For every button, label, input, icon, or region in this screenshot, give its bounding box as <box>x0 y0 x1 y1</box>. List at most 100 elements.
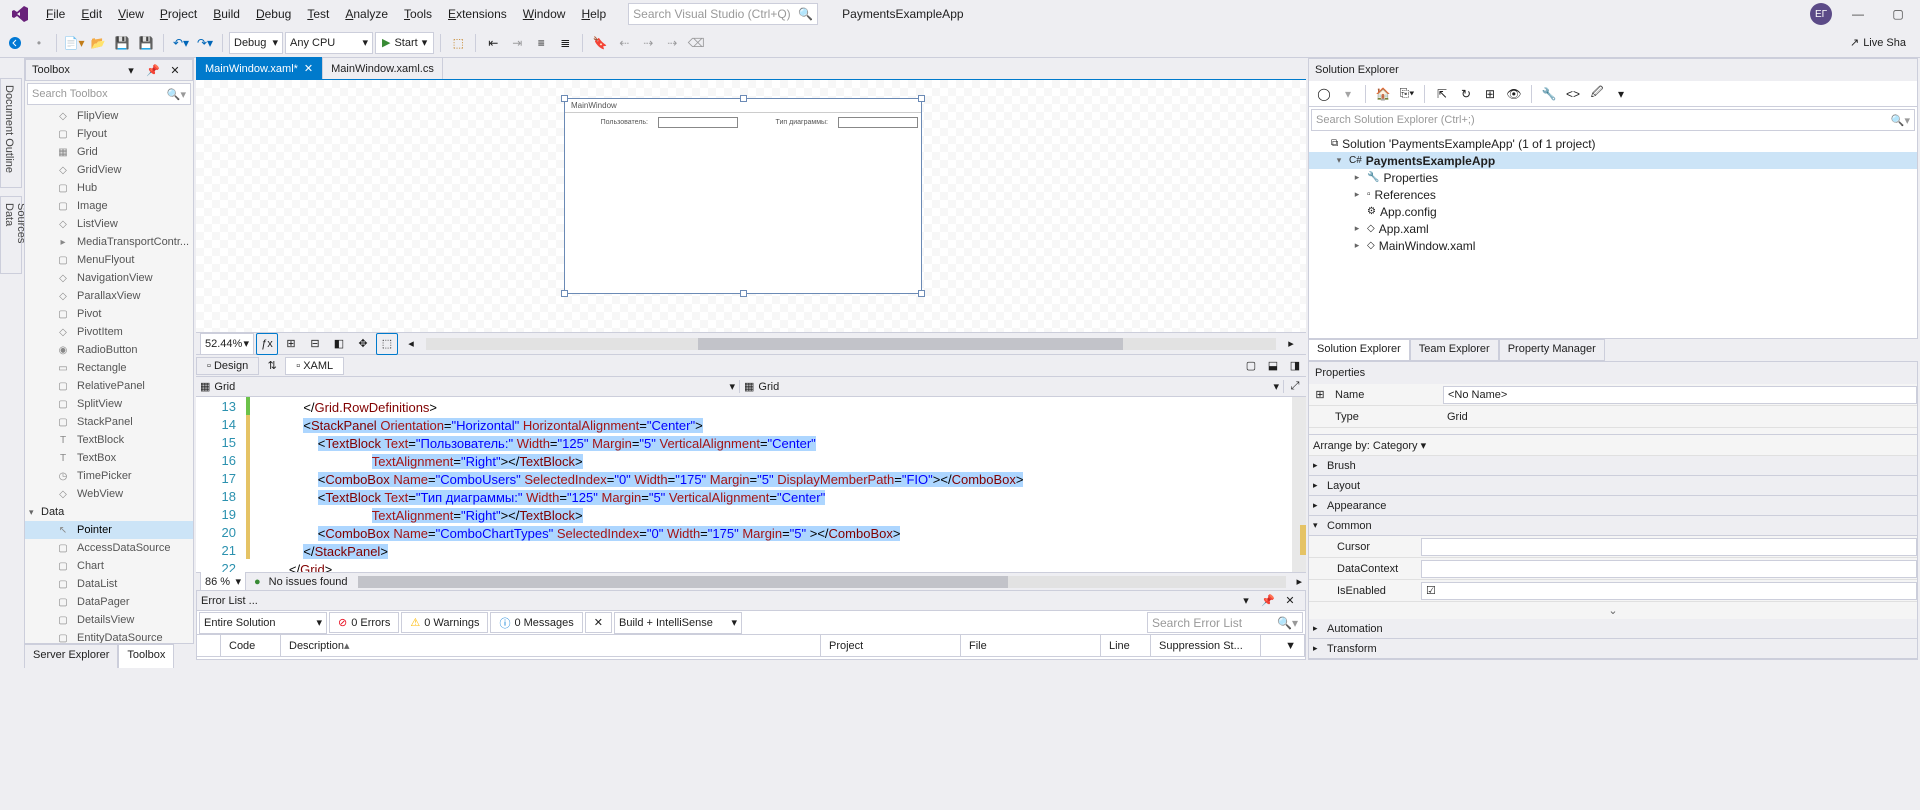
se-preview[interactable]: 👁 <box>1503 83 1525 105</box>
toolbox-item[interactable]: ▸MediaTransportContr... <box>25 233 193 251</box>
prop-category[interactable]: ▸Layout <box>1309 476 1917 496</box>
tb-icon-6[interactable]: ⇠ <box>613 32 635 54</box>
error-col[interactable] <box>197 635 221 656</box>
toolbox-item[interactable]: ◷TimePicker <box>25 467 193 485</box>
se-code[interactable]: <> <box>1562 83 1584 105</box>
toolbox-item[interactable]: ◇FlipView <box>25 107 193 125</box>
toolbox-item[interactable]: ◇NavigationView <box>25 269 193 287</box>
bookmark-button[interactable]: 🔖 <box>589 32 611 54</box>
error-search[interactable]: Search Error List🔍▾ <box>1147 612 1303 633</box>
pin-icon[interactable]: 📌 <box>142 59 164 81</box>
open-button[interactable]: 📂 <box>87 32 109 54</box>
right-tab[interactable]: Solution Explorer <box>1308 339 1410 361</box>
selection-handle[interactable] <box>561 95 568 102</box>
snaplines-button[interactable]: ✥ <box>352 333 374 355</box>
toolbox-opts-icon[interactable]: ▾ <box>120 59 142 81</box>
scroll-right[interactable]: ▸ <box>1280 333 1302 355</box>
redo-button[interactable]: ↷▾ <box>194 32 216 54</box>
path-seg-1[interactable]: ▦Grid▾ <box>196 380 740 393</box>
se-fwd[interactable]: ▾ <box>1337 83 1359 105</box>
tb-icon-8[interactable]: ⇢ <box>661 32 683 54</box>
clear-filter[interactable]: ✕ <box>585 612 612 633</box>
prop-category[interactable]: ▸Brush <box>1309 456 1917 476</box>
save-all-button[interactable]: 💾 <box>135 32 157 54</box>
maximize-button[interactable]: ▢ <box>1878 2 1918 26</box>
designer-zoom[interactable]: 52.44%▾ <box>200 333 254 355</box>
toolbox-item[interactable]: ↖Pointer <box>25 521 193 539</box>
tree-node[interactable]: ▸🔧Properties <box>1309 169 1917 186</box>
tb-icon-1[interactable]: ⬚ <box>447 32 469 54</box>
tab-toolbox[interactable]: Toolbox <box>118 644 174 668</box>
toolbox-item[interactable]: ◇GridView <box>25 161 193 179</box>
prop-name-value[interactable]: <No Name> <box>1443 386 1917 404</box>
warnings-filter[interactable]: ⚠0 Warnings <box>401 612 488 633</box>
selection-handle[interactable] <box>918 95 925 102</box>
live-share-button[interactable]: ↗Live Sha <box>1840 36 1916 49</box>
toolbox-item[interactable]: ◉RadioButton <box>25 341 193 359</box>
tree-node[interactable]: ▸◇MainWindow.xaml <box>1309 237 1917 254</box>
error-col[interactable]: File <box>961 635 1101 656</box>
toolbox-item[interactable]: ▢SplitView <box>25 395 193 413</box>
toolbox-category-data[interactable]: ▾Data <box>25 503 193 521</box>
se-back[interactable]: ◯ <box>1313 83 1335 105</box>
split-mode-1[interactable]: ▢ <box>1240 355 1262 377</box>
toolbox-item[interactable]: ▢Flyout <box>25 125 193 143</box>
se-refresh[interactable]: ↻ <box>1455 83 1477 105</box>
prop-category[interactable]: ▸Automation <box>1309 619 1917 639</box>
nav-fwd-button[interactable]: • <box>28 32 50 54</box>
toolbox-item[interactable]: ▢AccessDataSource <box>25 539 193 557</box>
settings-button[interactable]: ◧ <box>328 333 350 355</box>
prop-category[interactable]: ▾Common <box>1309 516 1917 536</box>
toolbox-item[interactable]: ▦Grid <box>25 143 193 161</box>
toolbox-item[interactable]: ▢RelativePanel <box>25 377 193 395</box>
error-col[interactable]: Project <box>821 635 961 656</box>
code-hscroll[interactable] <box>358 576 1287 588</box>
close-icon[interactable]: ✕ <box>164 59 186 81</box>
doc-tab[interactable]: MainWindow.xaml*✕ <box>196 57 322 79</box>
tb-icon-9[interactable]: ⌫ <box>685 32 707 54</box>
quick-launch[interactable]: Search Visual Studio (Ctrl+Q) 🔍 <box>628 3 818 25</box>
designer-combo-chart[interactable] <box>838 117 918 128</box>
menu-analyze[interactable]: Analyze <box>337 3 396 25</box>
menu-build[interactable]: Build <box>205 3 248 25</box>
toolbox-item[interactable]: ▢Pivot <box>25 305 193 323</box>
close-tab-icon[interactable]: ✕ <box>304 62 313 75</box>
tb-icon-4[interactable]: ≡ <box>530 32 552 54</box>
error-scope-combo[interactable]: Entire Solution▾ <box>199 612 327 634</box>
menu-tools[interactable]: Tools <box>396 3 440 25</box>
new-project-button[interactable]: 📄▾ <box>63 32 85 54</box>
sidebar-tab-doc-outline[interactable]: Document Outline <box>0 78 22 188</box>
se-collapse[interactable]: ⇱ <box>1431 83 1453 105</box>
build-scope-combo[interactable]: Build + IntelliSense▾ <box>614 612 742 634</box>
se-home[interactable]: 🏠 <box>1372 83 1394 105</box>
error-col[interactable]: Line <box>1101 635 1151 656</box>
doc-tab[interactable]: MainWindow.xaml.cs <box>322 57 443 79</box>
toolbox-item[interactable]: ◇PivotItem <box>25 323 193 341</box>
xaml-designer[interactable]: MainWindow Пользователь: Тип диаграммы: <box>196 80 1306 333</box>
prop-value[interactable] <box>1421 560 1917 578</box>
expand-more-icon[interactable]: ⌄ <box>1309 602 1917 619</box>
nav-back-button[interactable] <box>4 32 26 54</box>
menu-file[interactable]: File <box>38 3 73 25</box>
toolbox-list[interactable]: ◇FlipView▢Flyout▦Grid◇GridView▢Hub▢Image… <box>25 107 193 643</box>
config-combo[interactable]: Debug▾ <box>229 32 283 54</box>
toolbox-item[interactable]: ▢DataList <box>25 575 193 593</box>
toolbox-item[interactable]: ▢DetailsView <box>25 611 193 629</box>
scroll-left[interactable]: ◂ <box>400 333 422 355</box>
toolbox-item[interactable]: ◇ParallaxView <box>25 287 193 305</box>
error-list-opts[interactable]: ▾ <box>1235 590 1257 612</box>
path-expand-icon[interactable]: ⤢ <box>1284 376 1306 398</box>
toolbox-item[interactable]: ▢DataPager <box>25 593 193 611</box>
toolbox-item[interactable]: ◇WebView <box>25 485 193 503</box>
menu-test[interactable]: Test <box>299 3 337 25</box>
tree-node[interactable]: ▸▫References <box>1309 186 1917 203</box>
toolbox-item[interactable]: ▢Image <box>25 197 193 215</box>
toolbox-item[interactable]: TTextBlock <box>25 431 193 449</box>
save-button[interactable]: 💾 <box>111 32 133 54</box>
error-col[interactable]: Description ▴ <box>281 635 821 656</box>
effects-button[interactable]: ƒx <box>256 333 278 355</box>
snap-button[interactable]: ⊟ <box>304 333 326 355</box>
selection-handle[interactable] <box>918 290 925 297</box>
menu-help[interactable]: Help <box>573 3 614 25</box>
error-col[interactable]: Suppression St... <box>1151 635 1261 656</box>
